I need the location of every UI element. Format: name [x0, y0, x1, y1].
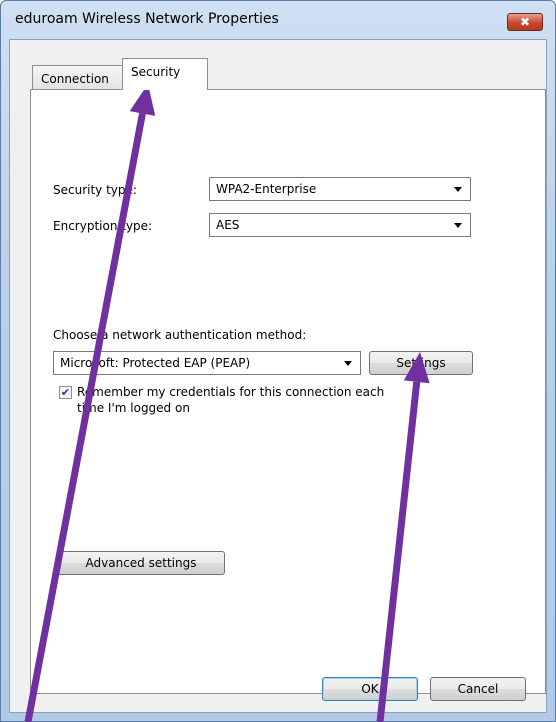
security-type-label: Security type: [53, 183, 137, 197]
auth-method-label: Choose a network authentication method: [53, 328, 307, 342]
settings-button[interactable]: Settings [369, 351, 473, 375]
cancel-button[interactable]: Cancel [430, 677, 526, 701]
title-bar: eduroam Wireless Network Properties ✖ [1, 1, 555, 39]
checkmark-icon: ✔ [60, 386, 71, 399]
dialog-body: Connection Security Security type: WPA2-… [9, 39, 547, 713]
encryption-type-value: AES [216, 218, 240, 232]
encryption-type-label: Encryption type: [53, 219, 153, 233]
close-button[interactable]: ✖ [507, 13, 543, 31]
security-panel: Security type: WPA2-Enterprise Encryptio… [30, 89, 546, 694]
chevron-down-icon [344, 361, 352, 366]
security-type-select[interactable]: WPA2-Enterprise [209, 177, 471, 201]
properties-window: eduroam Wireless Network Properties ✖ Co… [0, 0, 556, 722]
security-type-value: WPA2-Enterprise [216, 182, 317, 196]
tab-security[interactable]: Security [122, 58, 208, 90]
chevron-down-icon [454, 223, 462, 228]
auth-method-select[interactable]: Microsoft: Protected EAP (PEAP) [53, 351, 361, 375]
advanced-settings-button[interactable]: Advanced settings [57, 551, 225, 575]
chevron-down-icon [454, 187, 462, 192]
remember-credentials-label: Remember my credentials for this connect… [77, 385, 385, 399]
window-title: eduroam Wireless Network Properties [15, 11, 279, 27]
tab-connection[interactable]: Connection [32, 65, 124, 89]
remember-credentials-checkbox[interactable]: ✔ [59, 386, 72, 399]
ok-button[interactable]: OK [322, 677, 418, 701]
remember-credentials-label-line2: time I'm logged on [77, 401, 190, 415]
encryption-type-select[interactable]: AES [209, 213, 471, 237]
auth-method-value: Microsoft: Protected EAP (PEAP) [60, 356, 251, 370]
